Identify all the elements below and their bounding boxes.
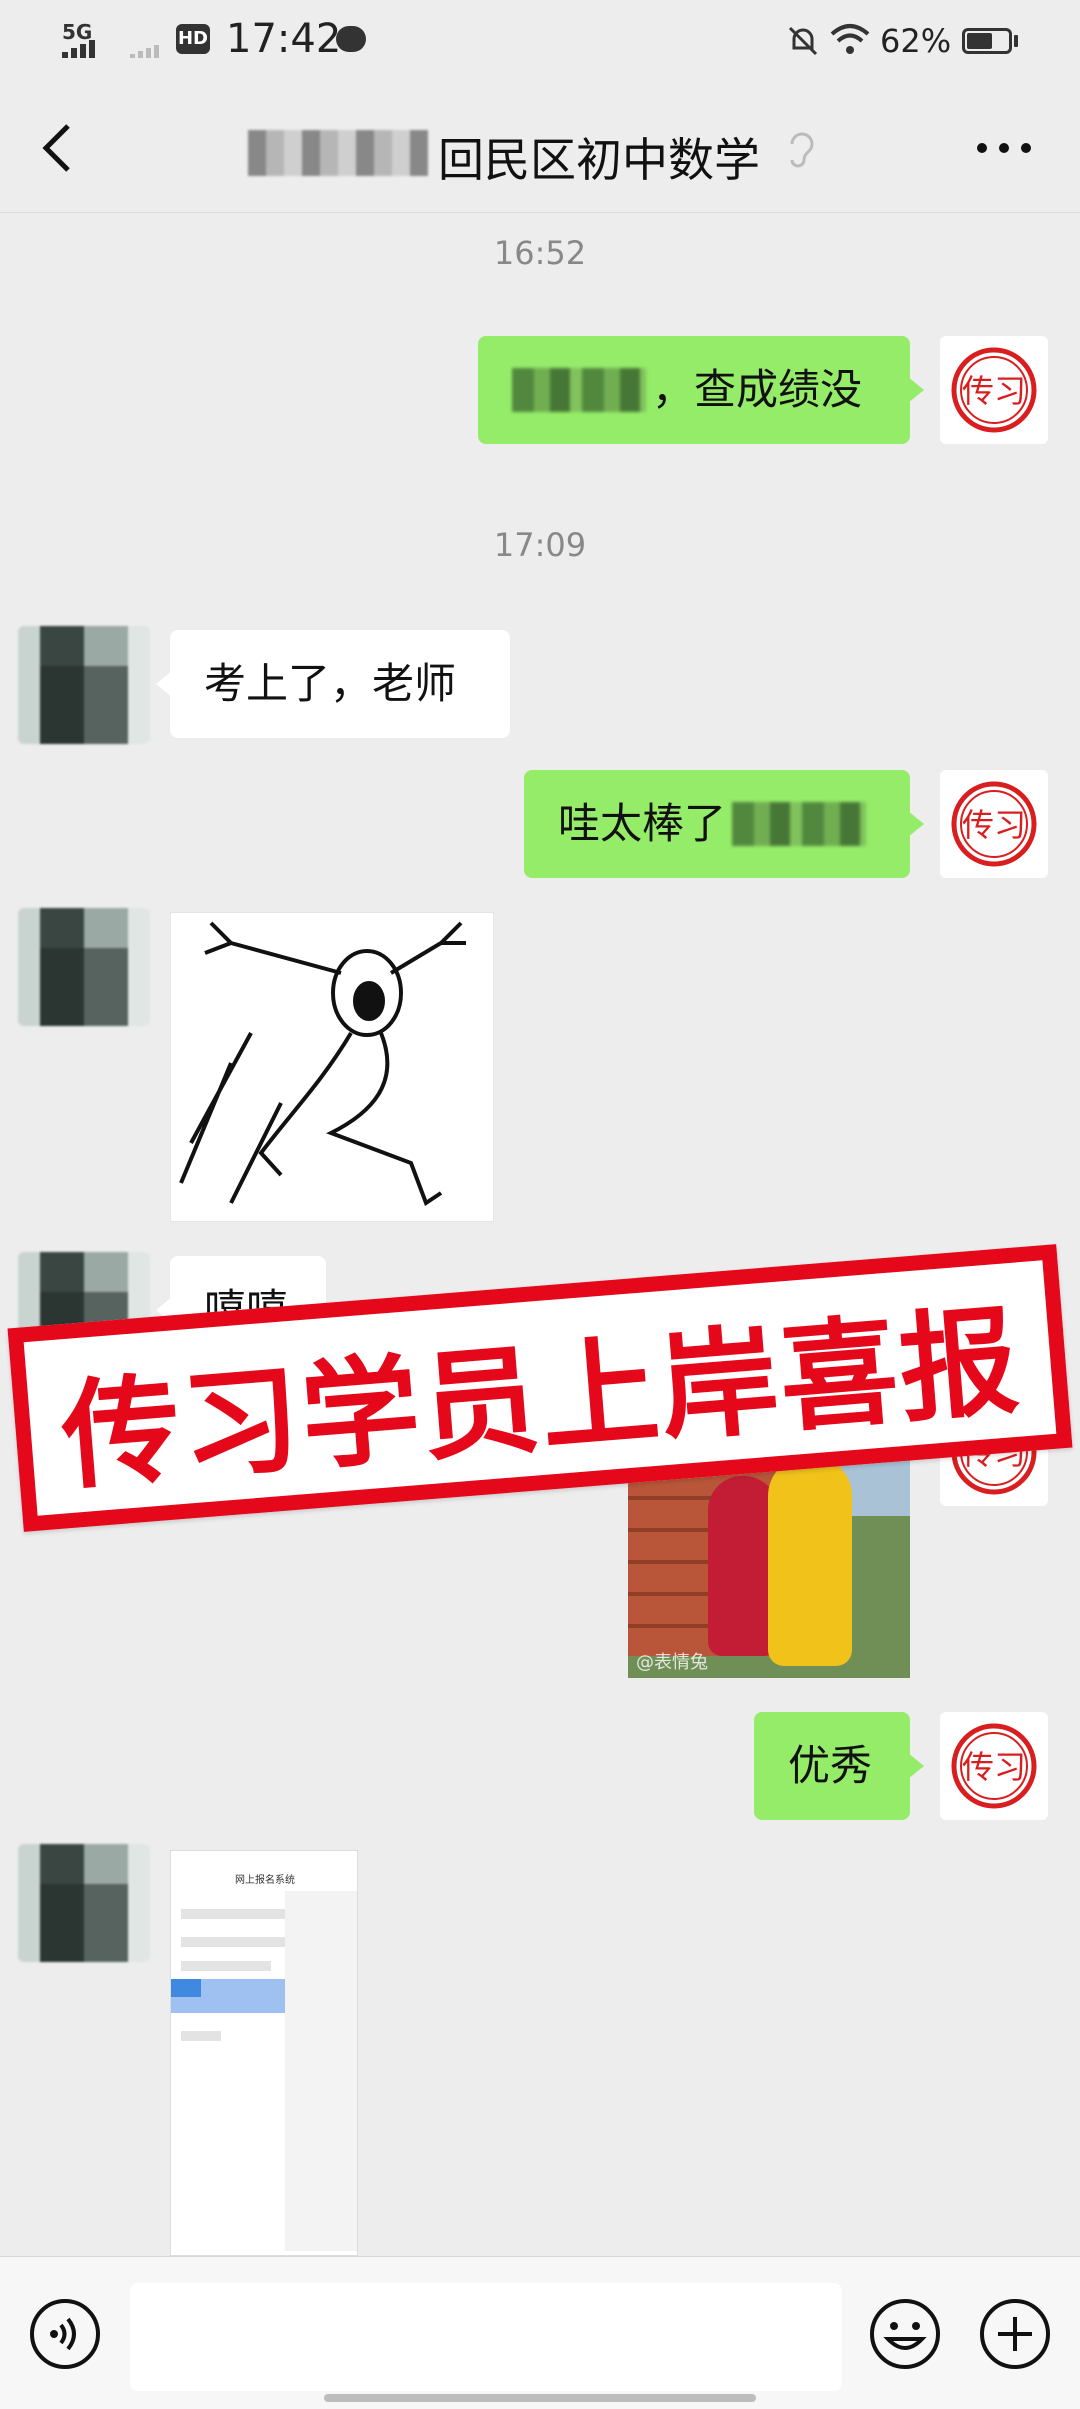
avatar-self[interactable]: 传习 [940, 336, 1048, 444]
battery-percent: 62% [880, 22, 952, 60]
ear-icon [790, 132, 814, 168]
more-dots-icon[interactable] [976, 142, 1032, 154]
voice-icon[interactable] [28, 2297, 102, 2371]
message-bubble-incoming[interactable]: 考上了，老师 [156, 630, 510, 738]
message-bubble-outgoing[interactable]: ，查成绩没 [478, 336, 924, 444]
message-text: 考上了，老师 [204, 658, 457, 708]
status-time: 17:42 [226, 16, 342, 62]
thumb-row [181, 1961, 271, 1971]
message-bubble-outgoing[interactable]: 优秀 [754, 1712, 924, 1820]
chat-title: 回民区初中数学 [438, 133, 760, 187]
timestamp: 16:52 [493, 234, 587, 272]
image-message-screenshot[interactable]: 网上报名系统 [170, 1850, 358, 2256]
timestamp: 17:09 [493, 526, 587, 564]
battery-icon [962, 28, 1012, 54]
input-bar [0, 2256, 1080, 2409]
home-indicator[interactable] [324, 2394, 756, 2402]
status-bar: 5G HD 17:42 62% [0, 0, 1080, 84]
avatar-other[interactable] [18, 908, 150, 1026]
svg-text:传习: 传习 [962, 372, 1026, 410]
battery-fill [967, 33, 992, 49]
sticker-meme[interactable] [170, 912, 494, 1222]
promo-banner: 传习学员上岸喜报 [7, 1244, 1073, 1532]
meme-figure-icon [179, 921, 466, 1207]
chat-header: 回民区初中数学 [0, 84, 1080, 213]
sticker-watermark: @表情兔 [636, 1652, 708, 1673]
plus-icon[interactable] [978, 2297, 1052, 2371]
svg-text:传习: 传习 [962, 806, 1026, 844]
wifi-icon [830, 24, 870, 54]
chuanxi-logo-icon: 传习 [951, 781, 1037, 867]
thumb-row [181, 1937, 301, 1947]
chuanxi-logo-icon: 传习 [951, 1723, 1037, 1809]
battery-cap [1014, 35, 1018, 47]
message-text: 优秀 [788, 1740, 873, 1790]
blurred-name [732, 802, 867, 846]
thumb-side-panel [285, 1891, 357, 2251]
message-bubble-outgoing[interactable]: 哇太棒了 [524, 770, 924, 878]
chuanxi-logo-icon: 传习 [951, 347, 1037, 433]
title-blurred-prefix [248, 130, 428, 176]
avatar-other[interactable] [18, 626, 150, 744]
svg-text:传习: 传习 [962, 1748, 1026, 1786]
message-input[interactable] [130, 2283, 842, 2391]
emoji-icon[interactable] [868, 2297, 942, 2371]
yellow-teletubby [768, 1456, 852, 1666]
avatar-self[interactable]: 传习 [940, 1712, 1048, 1820]
message-text: ，查成绩没 [652, 364, 863, 414]
avatar-self[interactable]: 传习 [940, 770, 1048, 878]
message-text: 哇太棒了 [558, 798, 727, 848]
message-notification-icon [336, 26, 366, 52]
blurred-name [512, 368, 646, 412]
signal-icon [62, 40, 159, 58]
mute-bell-icon [788, 26, 818, 56]
thumb-row [181, 2031, 221, 2041]
chevron-left-icon[interactable] [40, 122, 76, 174]
thumb-title: 网上报名系统 [235, 1875, 295, 1886]
avatar-other[interactable] [18, 1844, 150, 1962]
thumb-highlight-active [171, 1979, 201, 1997]
hd-badge: HD [176, 24, 210, 54]
